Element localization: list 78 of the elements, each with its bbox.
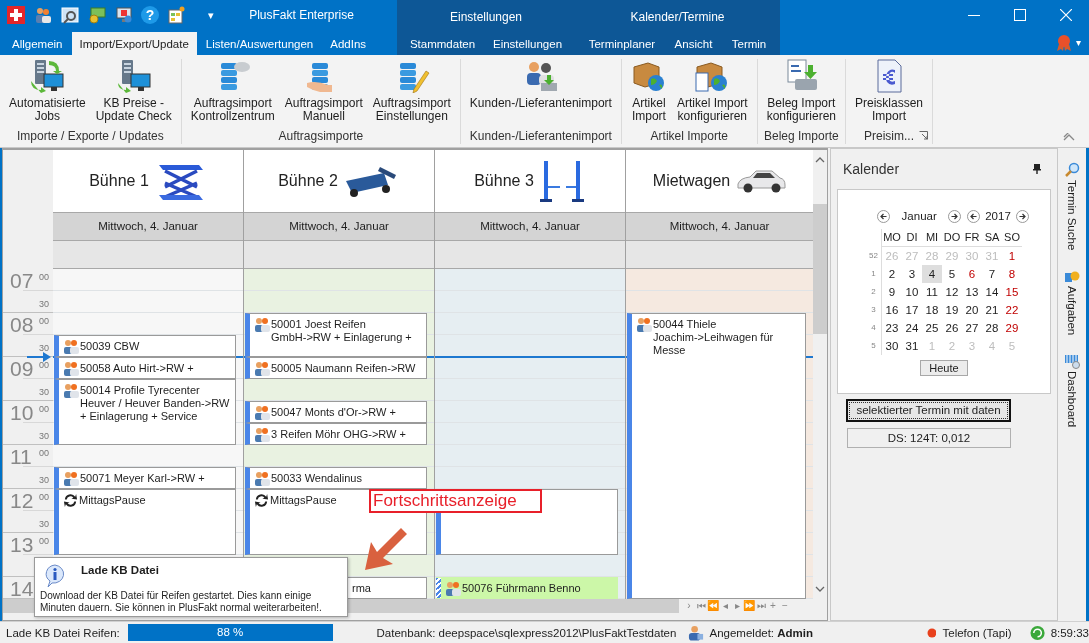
hour-label: 07 xyxy=(10,269,34,292)
date-header: Mittwoch, 4. Januar xyxy=(244,212,434,241)
ribbon-group-label: Auftragsimporte xyxy=(278,128,364,143)
appointment-text: 50071 Meyer Karl->RW + xyxy=(80,470,205,485)
popup-title: Lade KB Datei xyxy=(81,563,159,576)
progress-text: 88 % xyxy=(216,625,245,640)
appointment-text: MittagsPause xyxy=(79,492,146,507)
database-label: Datenbank: deepspace\sqlexpress2012\PlusFaktTestdaten xyxy=(376,626,677,639)
hour-label: 09 xyxy=(10,357,34,380)
week-number: 52 xyxy=(866,246,882,265)
minute-label: 30 xyxy=(39,386,49,397)
appointment-text: rma xyxy=(352,580,371,595)
panel-title: Kalender xyxy=(843,160,900,177)
minute-label: 00 xyxy=(39,535,49,546)
minute-label: 00 xyxy=(39,315,49,326)
popup-message: Download der KB Datei für Reifen gestartet. Dies kann einige Minuten dauern. Sie können in PlusFakt normal weiterarbeiten!. xyxy=(40,589,323,614)
context-group-title: Einstellungen xyxy=(448,9,524,26)
weekday-label: DO xyxy=(942,228,962,248)
window-title: PlusFakt Enterprise xyxy=(248,8,355,22)
hour-label: 10 xyxy=(10,401,34,424)
appointment-text: 50047 Monts d'Or->RW + xyxy=(271,404,396,419)
week-number: 1 xyxy=(866,264,882,283)
week-number: 3 xyxy=(866,300,882,319)
ribbon-group-label: Preisim... xyxy=(864,128,915,143)
minute-label: 00 xyxy=(39,271,49,282)
weekday-label: MO xyxy=(882,228,902,248)
ribbon-group-label: Artikel Importe xyxy=(650,128,728,143)
hour-label: 08 xyxy=(10,313,34,336)
appointment-text: 50076 Führmann Benno xyxy=(462,580,581,595)
annotation-tooltip: Fortschrittsanzeige xyxy=(369,488,542,513)
week-number: 5 xyxy=(866,336,882,355)
weekday-label: FR xyxy=(962,228,982,248)
weekday-label: MI xyxy=(922,228,942,248)
appointment-text: 50001 Joest Reifen GmbH->RW + Einlagerung + xyxy=(271,316,413,344)
appointment-text: 50033 Wendalinus xyxy=(271,470,362,485)
week-number: 2 xyxy=(866,282,882,301)
info-field: DS: 124T: 0,012 xyxy=(847,427,1011,448)
minute-label: 30 xyxy=(39,298,49,309)
date-header: Mittwoch, 4. Januar xyxy=(53,212,243,241)
ribbon-group-label: Importe / Exporte / Updates xyxy=(17,128,164,143)
appointment-text: 50014 Profile Tyrecenter Heuver / Heuver Banden->RW + Einlagerung + Service xyxy=(80,382,231,423)
minute-label: 30 xyxy=(39,518,49,529)
appointment-text: 50044 Thiele Joachim->Leihwagen für Messe xyxy=(653,316,775,357)
ribbon-group-label: Kunden-/Lieferantenimport xyxy=(469,128,612,143)
minute-label: 30 xyxy=(39,430,49,441)
minute-label: 00 xyxy=(39,359,49,370)
clock-time: 8:59:33 xyxy=(1050,626,1089,639)
weekday-label: DI xyxy=(902,228,922,248)
hour-label: 12 xyxy=(10,489,34,512)
month-label: Januar xyxy=(900,210,938,223)
resource-name: Bühne 1 xyxy=(89,171,149,190)
resource-name: Bühne 3 xyxy=(474,171,534,190)
minute-label: 00 xyxy=(39,403,49,414)
date-header: Mittwoch, 4. Januar xyxy=(435,212,625,241)
date-header: Mittwoch, 4. Januar xyxy=(626,212,813,241)
appointment-text: MittagsPause xyxy=(270,492,337,507)
year-label: 2017 xyxy=(985,210,1011,223)
minute-label: 30 xyxy=(39,474,49,485)
ribbon-group-label: Beleg Importe xyxy=(763,128,839,143)
resource-name: Mietwagen xyxy=(652,171,731,190)
phone-status: Telefon (Tapi) xyxy=(942,626,1012,639)
appointment-text: 50039 CBW xyxy=(80,338,140,353)
minute-label: 30 xyxy=(39,342,49,353)
week-number: 4 xyxy=(866,318,882,337)
weekday-label: SO xyxy=(1002,228,1022,248)
minute-label: 00 xyxy=(39,491,49,502)
hour-label: 11 xyxy=(10,445,32,468)
minute-label: 00 xyxy=(39,447,49,458)
login-label: Angemeldet: Admin xyxy=(709,626,814,639)
progress-label: Lade KB Datei Reifen: xyxy=(6,626,120,639)
resource-name: Bühne 2 xyxy=(278,171,338,190)
context-group-title: Kalender/Termine xyxy=(629,9,726,26)
appointment-text: 50005 Naumann Reifen->RW xyxy=(271,360,416,375)
hour-label: 14 xyxy=(10,577,34,599)
appointment-text: 3 Reifen Möhr OHG->RW + xyxy=(271,426,406,441)
hour-label: 13 xyxy=(10,533,34,556)
appointment-text: 50058 Auto Hirt->RW + xyxy=(80,360,194,375)
weekday-label: SA xyxy=(982,228,1002,248)
